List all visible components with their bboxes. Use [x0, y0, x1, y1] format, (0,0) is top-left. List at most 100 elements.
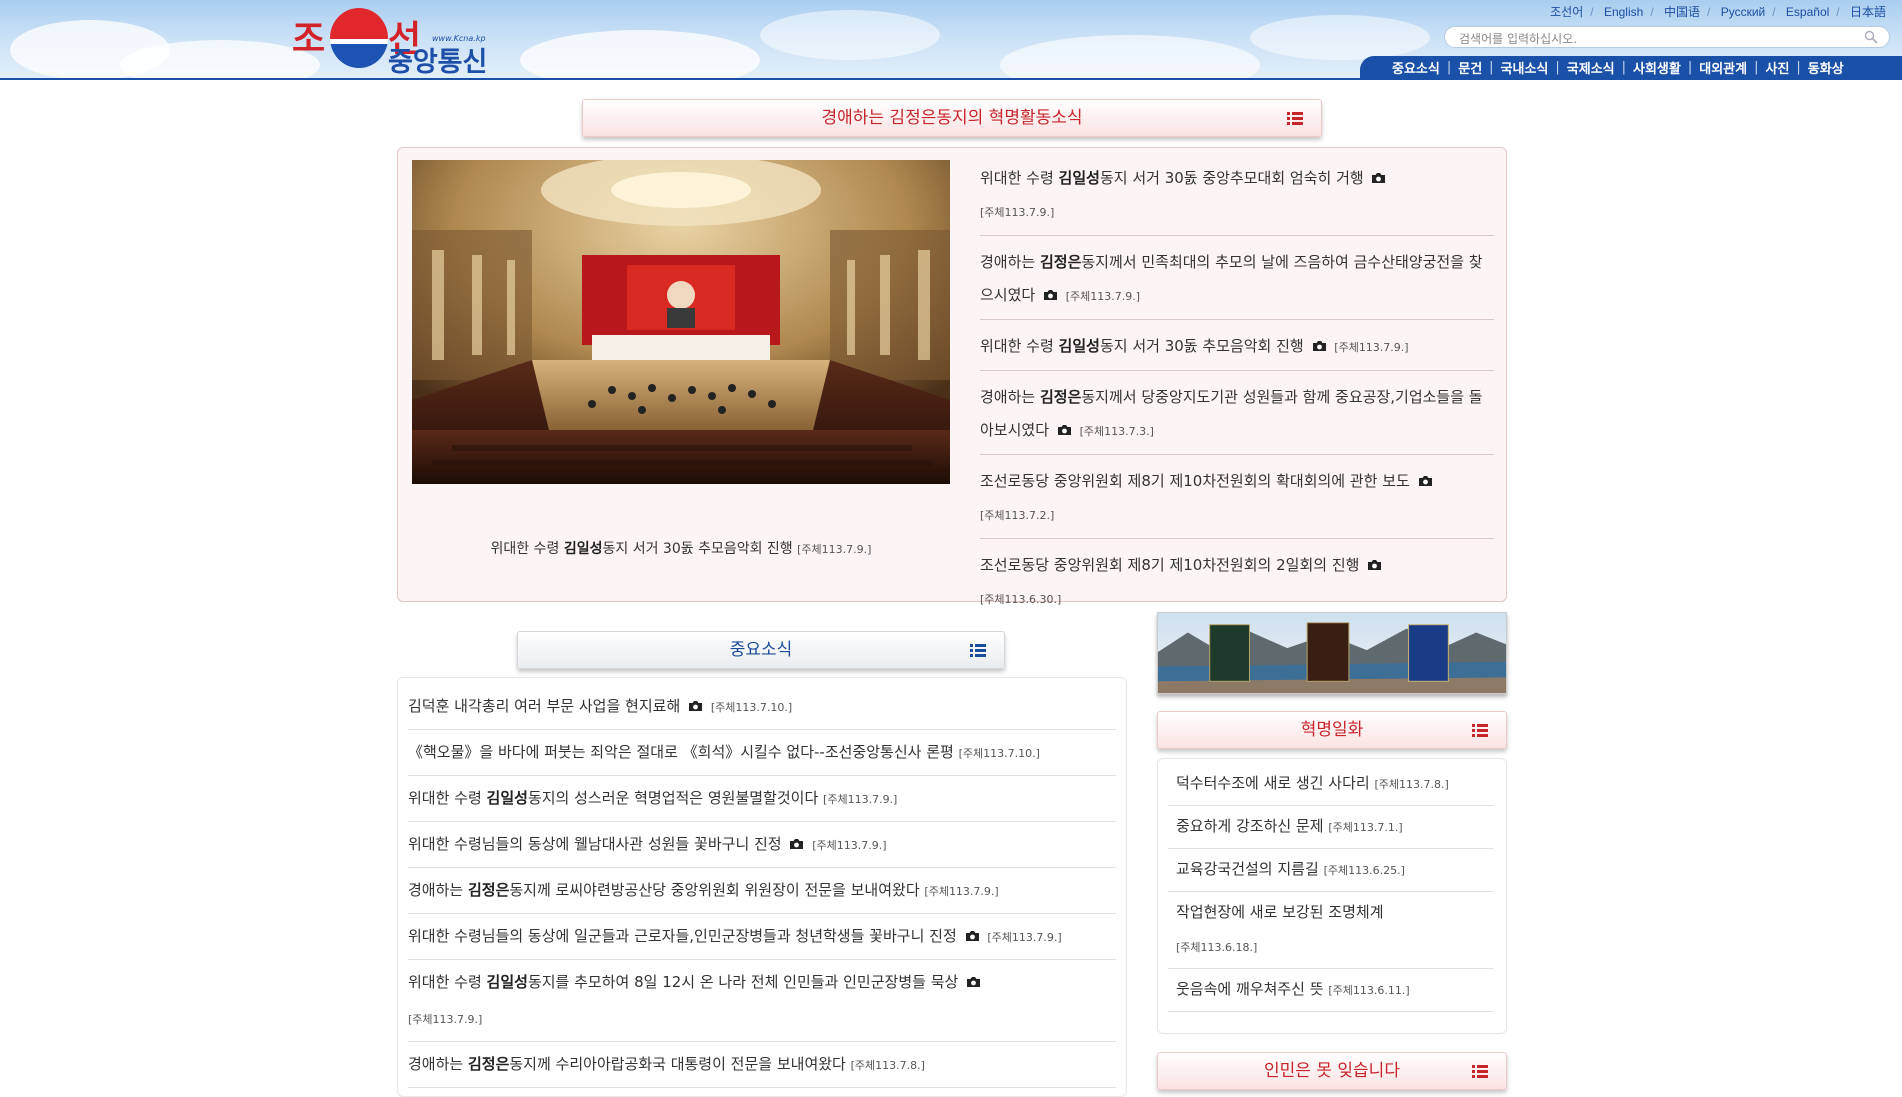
camera-icon: [1372, 172, 1386, 183]
section-title-revolutionary-activities[interactable]: 경애하는 김정은동지의 혁명활동소식: [582, 99, 1322, 137]
item-date: [주체113.7.9.]: [823, 793, 898, 806]
site-header: 조 선 www.Kcna.kp 중앙통신 조선어 / English / 中国语 / …: [0, 0, 1902, 80]
item-text: 위대한 수령: [408, 789, 487, 807]
item-text: 경애하는: [980, 388, 1040, 406]
item-bold-name: 김정은: [1039, 253, 1082, 271]
list-icon[interactable]: [970, 644, 986, 657]
item-date: [주체113.7.3.]: [1079, 425, 1154, 438]
item-date: [주체113.7.2.]: [980, 509, 1055, 522]
nav-external-relations[interactable]: 대외관계: [1699, 58, 1747, 77]
list-item[interactable]: 김덕훈 내각총리 여러 부문 사업을 현지료해 [주체113.7.10.]: [408, 684, 1116, 730]
item-text: 동지께 로씨야련방공산당 중앙위원회 위원장이 전문을 보내여왔다: [509, 881, 920, 899]
lang-spanish[interactable]: Español: [1786, 5, 1829, 19]
featured-photo-caption[interactable]: 위대한 수령 김일성동지 서거 30돐 추모음악회 진행 [주체113.7.9.…: [412, 538, 950, 558]
list-item[interactable]: 교육강국건설의 지름길 [주체113.6.25.]: [1168, 849, 1494, 892]
item-text: 위대한 수령: [408, 973, 487, 991]
item-bold-name: 김일성: [486, 973, 528, 991]
item-text: 교육강국건설의 지름길: [1176, 860, 1319, 878]
anecdotes-list: 덕수터수조에 새로 생긴 사다리 [주체113.7.8.] 중요하게 강조하신 …: [1168, 763, 1494, 1012]
list-item[interactable]: 위대한 수령 김일성동지 서거 30돐 중앙추모대회 엄숙히 거행 [주체113…: [980, 152, 1494, 236]
item-bold-name: 김정은: [467, 1055, 510, 1073]
search-icon[interactable]: [1864, 30, 1878, 44]
nav-international[interactable]: 국제소식: [1567, 58, 1615, 77]
list-item[interactable]: 경애하는 김정은동지께서 당중앙지도기관 성원들과 함께 중요공장,기업소들을 …: [980, 371, 1494, 455]
lang-korean[interactable]: 조선어: [1550, 5, 1583, 19]
item-bold-name: 김정은: [467, 881, 510, 899]
list-icon[interactable]: [1287, 112, 1303, 125]
item-bold-name: 김정은: [1039, 388, 1082, 406]
item-date: [주체113.7.9.]: [408, 1013, 483, 1026]
item-date: [주체113.7.9.]: [812, 839, 887, 852]
item-date: [주체113.7.9.]: [1065, 290, 1141, 303]
item-text: 위대한 수령: [980, 337, 1059, 355]
item-date: [주체113.7.9.]: [980, 206, 1055, 219]
nav-social-life[interactable]: 사회생활: [1633, 58, 1681, 77]
list-item[interactable]: 위대한 수령 김일성동지 서거 30돐 추모음악회 진행 [주체113.7.9.…: [980, 320, 1494, 371]
header-divider: [0, 78, 1902, 80]
caption-bold-name: 김일성: [563, 541, 603, 557]
item-date: [주체113.6.18.]: [1176, 941, 1258, 954]
list-item[interactable]: 경애하는 김정은동지께 로씨야련방공산당 중앙위원회 위원장이 전문을 보내여왔…: [408, 868, 1116, 914]
list-item[interactable]: 위대한 수령님들의 동상에 일군들과 근로자들,인민군장병들과 청년학생들 꽃바…: [408, 914, 1116, 960]
item-text: 경애하는: [408, 1055, 468, 1073]
nav-important-news[interactable]: 중요소식: [1392, 58, 1440, 77]
list-icon[interactable]: [1472, 1065, 1488, 1078]
section-title-revolutionary-anecdotes[interactable]: 혁명일화: [1157, 711, 1507, 749]
item-date: [주체113.7.8.]: [1374, 778, 1449, 791]
camera-icon: [1418, 475, 1432, 486]
site-logo[interactable]: 조 선 www.Kcna.kp 중앙통신: [290, 6, 510, 78]
anecdotes-panel: 덕수터수조에 새로 생긴 사다리 [주체113.7.8.] 중요하게 강조하신 …: [1157, 758, 1507, 1034]
list-item[interactable]: 작업현장에 새로 보강된 조명체계 [주체113.6.18.]: [1168, 892, 1494, 969]
item-bold-name: 김일성: [1058, 337, 1100, 355]
camera-icon: [965, 930, 979, 941]
item-date: [주체113.7.10.]: [710, 701, 793, 714]
item-text: 조선로동당 중앙위원회 제8기 제10차전원회의 확대회의에 관한 보도: [980, 472, 1410, 490]
camera-icon: [1312, 340, 1326, 351]
list-item[interactable]: 중요하게 강조하신 문제 [주체113.7.1.]: [1168, 806, 1494, 849]
item-date: [주체113.7.10.]: [958, 747, 1040, 760]
caption-text: 동지 서거 30돐 추모음악회 진행: [602, 541, 793, 557]
search-input[interactable]: 검색어를 입력하십시오.: [1444, 26, 1890, 48]
list-item[interactable]: 경애하는 김정은동지께 수리아아랍공화국 대통령이 전문을 보내여왔다 [주체1…: [408, 1042, 1116, 1088]
logo-emblem: [330, 8, 388, 68]
list-item[interactable]: 덕수터수조에 새로 생긴 사다리 [주체113.7.8.]: [1168, 763, 1494, 806]
important-news-panel: 김덕훈 내각총리 여러 부문 사업을 현지료해 [주체113.7.10.] 《핵…: [397, 677, 1127, 1097]
lang-english[interactable]: English: [1604, 5, 1643, 19]
item-text: 동지의 성스러운 혁명업적은 영원불멸할것이다: [527, 789, 819, 807]
list-item[interactable]: 조선로동당 중앙위원회 제8기 제10차전원회의 2일회의 진행 [주체113.…: [980, 539, 1494, 622]
caption-date: [주체113.7.9.]: [797, 543, 872, 556]
lang-chinese[interactable]: 中国语: [1664, 5, 1700, 19]
item-date: [주체113.7.9.]: [987, 931, 1062, 944]
nav-videos[interactable]: 동화상: [1808, 58, 1844, 77]
item-bold-name: 김일성: [1058, 169, 1100, 187]
item-text: 웃음속에 깨우쳐주신 뜻: [1176, 980, 1324, 998]
list-item[interactable]: 경애하는 김정은동지께서 민족최대의 추모의 날에 즈음하여 금수산태양궁전을 …: [980, 236, 1494, 320]
language-bar: 조선어 / English / 中国语 / Русский / Español / 日本語: [1550, 5, 1886, 19]
section-title-important-news[interactable]: 중요소식: [517, 631, 1005, 669]
nav-domestic[interactable]: 국내소식: [1501, 58, 1549, 77]
list-icon[interactable]: [1472, 724, 1488, 737]
section-title-people-never-forget[interactable]: 인민은 못 잊습니다: [1157, 1052, 1507, 1090]
featured-photo[interactable]: [412, 160, 950, 484]
nav-photos[interactable]: 사진: [1765, 58, 1789, 77]
item-date: [주체113.6.30.]: [980, 593, 1062, 606]
main-nav: 중요소식 | 문건 | 국내소식 | 국제소식 | 사회생활 | 대외관계 | 사진 | 동화…: [1360, 56, 1902, 79]
item-text: 중요하게 강조하신 문제: [1176, 817, 1324, 835]
item-text: 경애하는: [980, 253, 1040, 271]
list-item[interactable]: 위대한 수령 김일성동지의 성스러운 혁명업적은 영원불멸할것이다 [주체113…: [408, 776, 1116, 822]
list-item[interactable]: 《핵오물》을 바다에 퍼붓는 죄악은 절대로 《희석》시킬수 없다--조선중앙통…: [408, 730, 1116, 776]
item-text: 김덕훈 내각총리 여러 부문 사업을 현지료해: [408, 697, 681, 715]
list-item[interactable]: 위대한 수령님들의 동상에 웰남대사관 성원들 꽃바구니 진정 [주체113.7…: [408, 822, 1116, 868]
lang-russian[interactable]: Русский: [1721, 5, 1766, 19]
list-item[interactable]: 웃음속에 깨우쳐주신 뜻 [주체113.6.11.]: [1168, 969, 1494, 1012]
item-text: 덕수터수조에 새로 생긴 사다리: [1176, 774, 1370, 792]
lang-japanese[interactable]: 日本語: [1850, 5, 1886, 19]
important-news-list: 김덕훈 내각총리 여러 부문 사업을 현지료해 [주체113.7.10.] 《핵…: [408, 684, 1116, 1088]
books-banner[interactable]: [1157, 612, 1507, 694]
item-date: [주체113.7.9.]: [1334, 341, 1409, 354]
section-title-text: 경애하는 김정은동지의 혁명활동소식: [821, 108, 1083, 128]
list-item[interactable]: 위대한 수령 김일성동지를 추모하여 8일 12시 온 나라 전체 인민들과 인…: [408, 960, 1116, 1042]
list-item[interactable]: 조선로동당 중앙위원회 제8기 제10차전원회의 확대회의에 관한 보도 [주체…: [980, 455, 1494, 539]
nav-documents[interactable]: 문건: [1458, 58, 1482, 77]
item-date: [주체113.6.25.]: [1323, 864, 1405, 877]
